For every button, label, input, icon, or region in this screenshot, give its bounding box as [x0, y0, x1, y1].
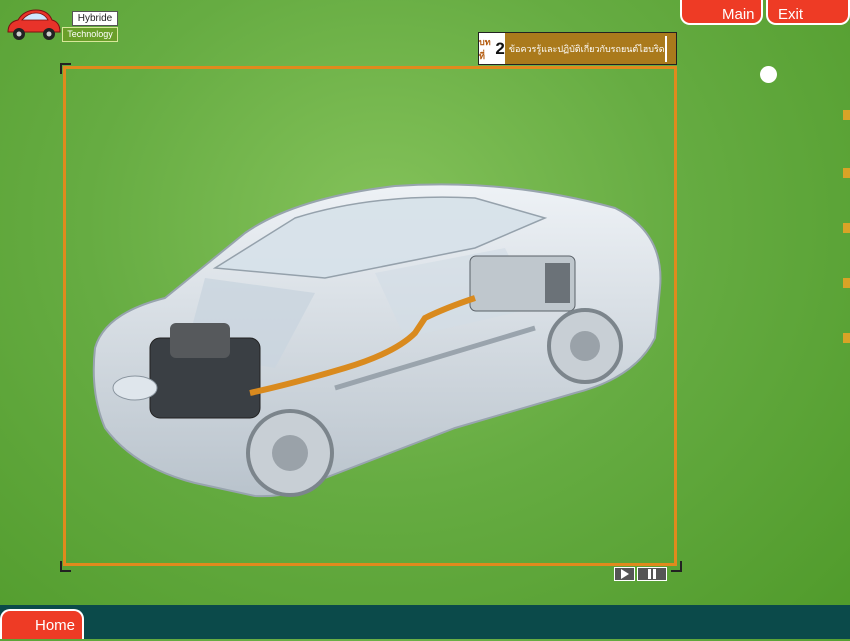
pause-button[interactable] [637, 567, 667, 581]
red-car-logo-icon [7, 9, 61, 40]
side-tab-marker [843, 223, 850, 233]
frame-corner-top-left [60, 63, 71, 74]
chapter-prefix: บทที่ [479, 36, 491, 61]
home-button[interactable]: Home [0, 609, 84, 639]
logo-text-hybride: Hybride [72, 11, 118, 26]
hybrid-technology-logo: Hybride Technology [2, 4, 122, 42]
play-button[interactable] [614, 567, 635, 581]
side-tab-marker [843, 110, 850, 120]
chapter-number-box: บทที่ 2 [479, 33, 505, 64]
bottom-bar [0, 605, 850, 639]
exit-button[interactable]: Exit [766, 0, 850, 25]
main-button[interactable]: Main [680, 0, 763, 25]
side-tab-marker [843, 168, 850, 178]
pause-icon [648, 569, 656, 579]
side-tab-marker [843, 333, 850, 343]
chapter-title: ข้อควรรู้และปฏิบัติเกี่ยวกับรถยนต์ไฮบริด [508, 44, 665, 55]
hybrid-car-cutaway-image [92, 183, 662, 498]
chapter-divider [664, 35, 667, 62]
chapter-number: 2 [495, 38, 505, 58]
white-dot-indicator [760, 66, 777, 83]
logo-text-technology: Technology [62, 27, 118, 42]
chapter-banner: บทที่ 2 ข้อควรรู้และปฏิบัติเกี่ยวกับรถยน… [478, 32, 677, 65]
frame-corner-bottom-right [671, 561, 682, 572]
side-tab-marker [843, 278, 850, 288]
frame-corner-bottom-left [60, 561, 71, 572]
play-icon [620, 569, 629, 579]
media-controls [614, 567, 669, 583]
